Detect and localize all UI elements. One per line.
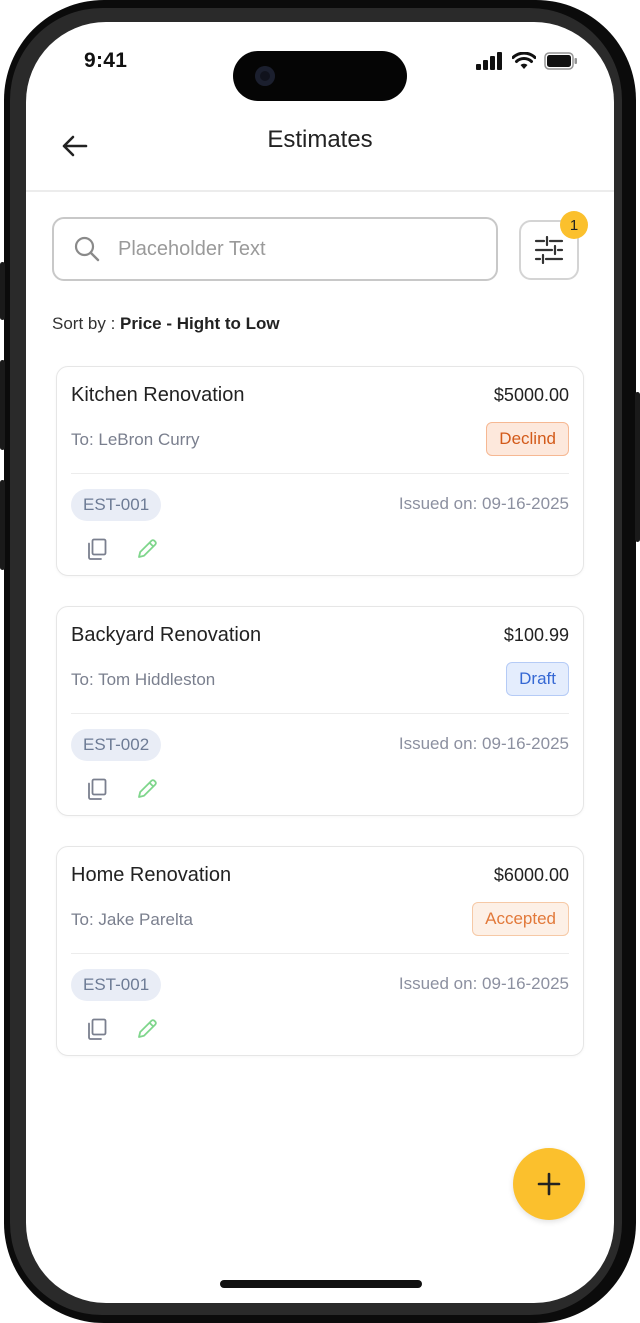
add-estimate-button[interactable] (513, 1148, 585, 1220)
volume-down-button (0, 480, 5, 570)
estimate-card[interactable]: Backyard Renovation $100.99 To: Tom Hidd… (56, 606, 584, 816)
power-button (635, 392, 640, 542)
sort-by-label[interactable]: Sort by : Price - Hight to Low (52, 314, 280, 334)
filter-count-badge: 1 (560, 211, 588, 239)
status-badge: Accepted (472, 902, 569, 936)
estimate-price: $5000.00 (493, 385, 569, 405)
estimate-id-chip: EST-001 (71, 489, 162, 521)
estimate-price: $6000.00 (493, 865, 569, 885)
copy-icon[interactable] (85, 777, 109, 801)
estimate-name: Home Renovation (71, 864, 232, 886)
card-divider (71, 953, 569, 954)
front-camera (255, 66, 275, 86)
copy-icon[interactable] (85, 537, 109, 561)
estimate-recipient: To: Jake Parelta (71, 910, 193, 929)
app-header: Estimates (26, 108, 614, 192)
wifi-icon (512, 52, 536, 69)
home-indicator (220, 1280, 422, 1288)
pencil-icon[interactable] (135, 1017, 159, 1041)
dynamic-island (233, 51, 407, 101)
estimate-id-chip: EST-001 (71, 969, 162, 1001)
sort-by-value: Price - Hight to Low (120, 314, 280, 333)
search-box[interactable] (52, 217, 498, 281)
search-input[interactable] (116, 236, 480, 262)
card-divider (71, 473, 569, 474)
volume-up-button (0, 360, 5, 450)
search-icon (72, 234, 102, 264)
phone-frame: 9:41 Estimates Placeholder Text 1 Sort b… (0, 0, 640, 1323)
sort-by-prefix: Sort by : (52, 314, 121, 333)
copy-icon[interactable] (85, 1017, 109, 1041)
estimate-name: Kitchen Renovation (71, 384, 245, 406)
status-time: 9:41 (84, 49, 128, 72)
status-icons (476, 52, 578, 70)
pencil-icon[interactable] (135, 777, 159, 801)
status-badge: Declind (486, 422, 569, 456)
pencil-icon[interactable] (135, 537, 159, 561)
page-title: Estimates (267, 126, 373, 153)
app-screen: 9:41 Estimates Placeholder Text 1 Sort b… (26, 22, 614, 1303)
estimate-name: Backyard Renovation (71, 624, 262, 646)
estimate-recipient: To: Tom Hiddleston (71, 670, 216, 689)
action-button (0, 262, 5, 320)
issued-date: Issued on: 09-16-2025 (398, 494, 569, 513)
estimate-price: $100.99 (503, 625, 569, 645)
issued-date: Issued on: 09-16-2025 (398, 974, 569, 993)
cellular-signal-icon (476, 52, 502, 70)
issued-date: Issued on: 09-16-2025 (398, 734, 569, 753)
estimate-id-chip: EST-002 (71, 729, 162, 761)
estimate-recipient: To: LeBron Curry (71, 430, 200, 449)
card-divider (71, 713, 569, 714)
sliders-icon (534, 236, 564, 264)
status-badge: Draft (506, 662, 569, 696)
battery-icon (544, 52, 577, 70)
plus-icon (537, 1172, 561, 1196)
estimate-card[interactable]: Home Renovation $6000.00 To: Jake Parelt… (56, 846, 584, 1056)
estimate-card[interactable]: Kitchen Renovation $5000.00 To: LeBron C… (56, 366, 584, 576)
